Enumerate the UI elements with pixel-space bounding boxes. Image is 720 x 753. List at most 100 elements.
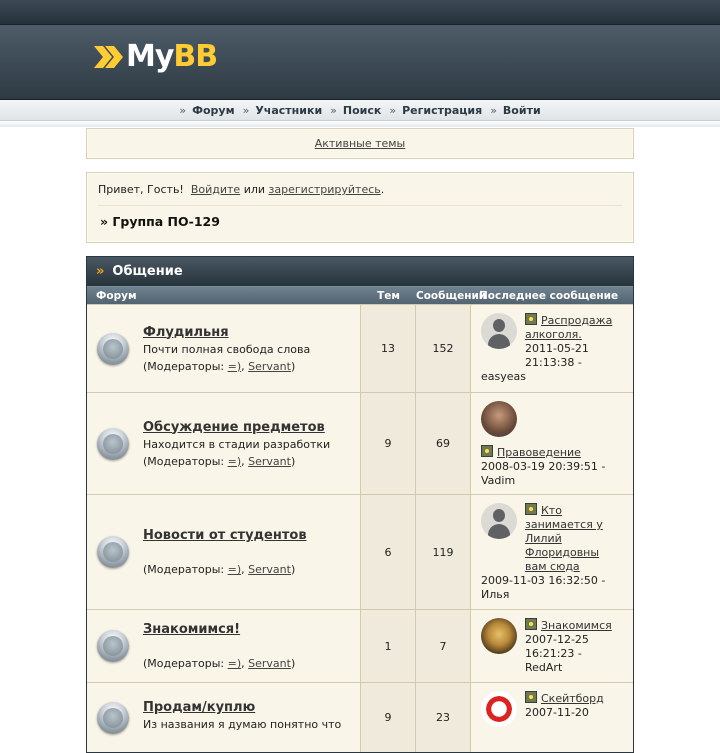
moderator-link[interactable]: =) xyxy=(228,657,242,670)
divider xyxy=(98,205,622,206)
forum-title-link[interactable]: Продам/куплю xyxy=(143,700,341,715)
user-avatar[interactable] xyxy=(481,313,517,349)
menu-item-register[interactable]: » Регистрация xyxy=(389,104,482,117)
last-post-author[interactable]: Vadim xyxy=(481,474,623,488)
menu-bullet-icon: » xyxy=(330,103,337,117)
category-arrows-icon: » xyxy=(96,264,105,279)
col-posts-header: Сообщений xyxy=(416,289,487,302)
column-headers: Форум Тем Сообщений Последнее сообщение xyxy=(87,286,633,304)
forum-cell: Флудильня Почти полная свобода слова (Мо… xyxy=(87,305,361,392)
header-stripe xyxy=(0,121,720,127)
posts-count: 69 xyxy=(416,393,471,494)
last-post-cell: Знакомимся 2007-12-25 16:21:23 - RedArt xyxy=(471,610,633,682)
topics-count: 9 xyxy=(361,683,416,752)
last-post-link[interactable]: Правоведение xyxy=(497,446,581,459)
user-avatar[interactable] xyxy=(481,618,517,654)
forum-moderators: (Модераторы: =), Servant) xyxy=(143,359,296,373)
last-post-author[interactable]: easyeas xyxy=(481,370,623,384)
moderator-link[interactable]: Servant xyxy=(248,563,291,576)
menu-label-register[interactable]: Регистрация xyxy=(402,104,482,117)
moderator-link[interactable]: Servant xyxy=(248,657,291,670)
last-post-cell: Правоведение 2008-03-19 20:39:51 - Vadim xyxy=(471,393,633,494)
topics-count: 1 xyxy=(361,610,416,682)
forum-status-icon xyxy=(97,393,133,494)
main-menu: » Форум » Участники » Поиск » Регистрация » В… xyxy=(0,100,720,121)
menu-label-members[interactable]: Участники xyxy=(255,104,322,117)
topics-count: 6 xyxy=(361,495,416,609)
login-link[interactable]: Войдите xyxy=(191,183,240,196)
forum-row: Новости от студентов (Модераторы: =), Se… xyxy=(87,494,633,609)
forum-row: Флудильня Почти полная свобода слова (Мо… xyxy=(87,304,633,392)
menu-label-search[interactable]: Поиск xyxy=(343,104,381,117)
forum-cell: Продам/куплю Из названия я думаю понятно… xyxy=(87,683,361,752)
last-post-link[interactable]: Распродажа алкоголя. xyxy=(525,314,612,341)
last-post-author[interactable]: Илья xyxy=(481,588,623,602)
forum-status-icon xyxy=(97,495,133,609)
menu-label-forum[interactable]: Форум xyxy=(192,104,235,117)
category-header: » Общение xyxy=(87,257,633,286)
menu-bullet-icon: » xyxy=(179,103,187,117)
forum-status-icon xyxy=(97,305,133,392)
forum-title-link[interactable]: Знакомимся! xyxy=(143,622,295,637)
menu-bullet-icon: » xyxy=(242,103,250,117)
post-icon xyxy=(481,445,493,457)
forum-row: Обсуждение предметов Находится в стадии … xyxy=(87,392,633,494)
moderator-link[interactable]: Servant xyxy=(248,360,291,373)
logo-text: MyBB xyxy=(126,39,218,74)
user-avatar[interactable] xyxy=(481,691,517,727)
last-post-cell: Скейтборд 2007-11-20 xyxy=(471,683,633,752)
menu-label-login[interactable]: Войти xyxy=(503,104,541,117)
menu-item-login[interactable]: » Войти xyxy=(490,104,540,117)
post-icon xyxy=(525,691,537,703)
forum-status-icon xyxy=(97,610,133,682)
moderator-link[interactable]: =) xyxy=(228,360,242,373)
posts-count: 119 xyxy=(416,495,471,609)
user-avatar[interactable] xyxy=(481,401,517,437)
forum-description: Почти полная свобода слова xyxy=(143,342,311,356)
greeting-text: Привет, Гость! xyxy=(98,183,184,196)
category-title[interactable]: Общение xyxy=(112,264,182,279)
mybb-logo[interactable]: MyBB xyxy=(94,39,218,74)
forum-title-link[interactable]: Флудильня xyxy=(143,325,310,340)
menu-item-members[interactable]: » Участники xyxy=(243,104,323,117)
last-post-link[interactable]: Знакомимся xyxy=(541,619,612,632)
forum-category-table: » Общение Форум Тем Сообщений Последнее … xyxy=(86,256,634,753)
forum-description: Находится в стадии разработки xyxy=(143,437,331,451)
period-text: . xyxy=(380,183,385,196)
register-link[interactable]: зарегистрируйтесь xyxy=(269,183,381,196)
forum-description xyxy=(143,640,295,654)
menu-item-forum[interactable]: » Форум xyxy=(179,104,234,117)
posts-count: 152 xyxy=(416,305,471,392)
last-post-author[interactable]: RedArt xyxy=(525,661,562,674)
moderator-link[interactable]: =) xyxy=(228,563,242,576)
welcome-line: Привет, Гость! Войдите или зарегистрируй… xyxy=(98,183,622,196)
or-text: или xyxy=(243,183,266,196)
menu-item-search[interactable]: » Поиск xyxy=(330,104,381,117)
user-avatar[interactable] xyxy=(481,503,517,539)
moderator-link[interactable]: =) xyxy=(228,455,242,468)
active-topics-box: Активные темы xyxy=(86,128,634,159)
forum-title-link[interactable]: Обсуждение предметов xyxy=(143,420,330,435)
post-icon xyxy=(525,503,537,515)
last-post-date: 2009-11-03 16:32:50 - xyxy=(481,574,606,587)
last-post-cell: Кто занимается у Лилий Флоридовны вам сю… xyxy=(471,495,633,609)
active-topics-link[interactable]: Активные темы xyxy=(315,137,406,150)
forum-description: Из названия я думаю понятно что xyxy=(143,718,342,731)
moderator-link[interactable]: Servant xyxy=(248,455,291,468)
last-post-link[interactable]: Скейтборд xyxy=(541,692,604,705)
forum-moderators: (Модераторы: =), Servant) xyxy=(143,657,296,670)
top-bar xyxy=(0,0,720,25)
forum-title-link[interactable]: Новости от студентов xyxy=(143,528,307,543)
topics-count: 13 xyxy=(361,305,416,392)
last-post-date: 2007-12-25 16:21:23 - xyxy=(525,633,589,660)
forum-status-icon xyxy=(97,683,133,752)
forum-row: Знакомимся! (Модераторы: =), Servant) 1 … xyxy=(87,609,633,682)
forum-moderators: (Модераторы: =), Servant) xyxy=(143,454,296,468)
col-forum-header: Форум xyxy=(96,289,137,302)
last-post-date: 2007-11-20 xyxy=(525,706,589,719)
last-post-cell: Распродажа алкоголя. 2011-05-21 21:13:38 … xyxy=(471,305,633,392)
forum-cell: Новости от студентов (Модераторы: =), Se… xyxy=(87,495,361,609)
forum-description xyxy=(143,546,307,560)
last-post-date: 2011-05-21 21:13:38 - xyxy=(525,342,589,369)
forum-moderators: (Модераторы: =), Servant) xyxy=(143,563,296,576)
